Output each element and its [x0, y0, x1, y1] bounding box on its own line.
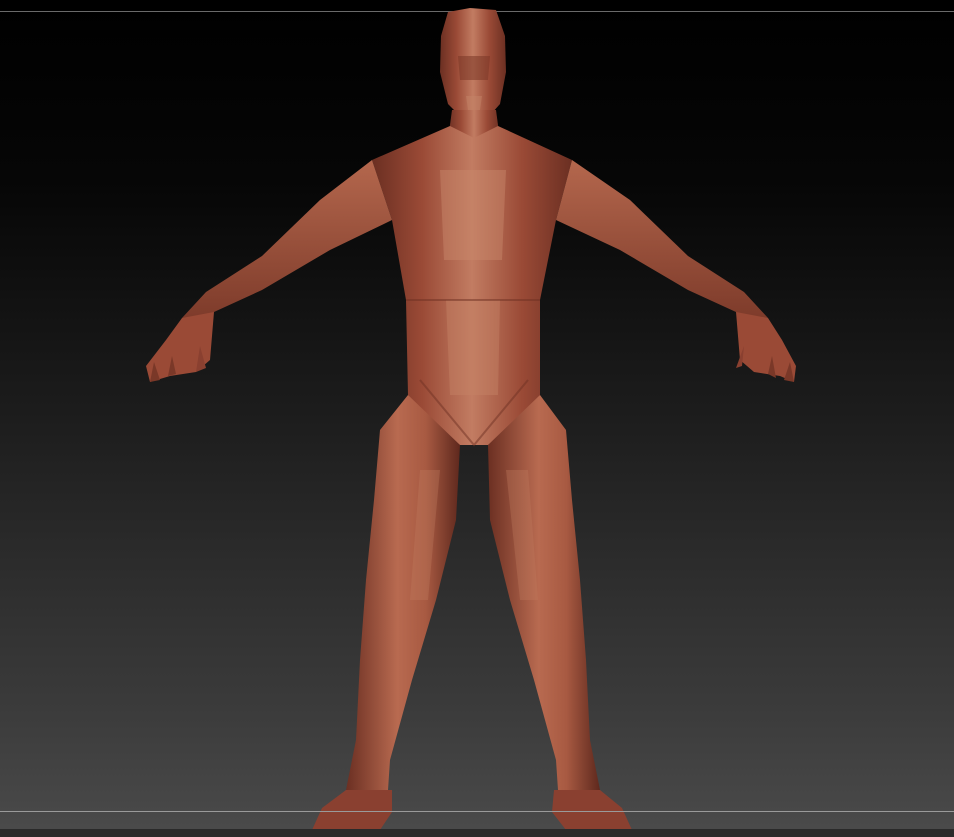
bottom-strip — [0, 829, 954, 837]
low-poly-human-model[interactable] — [0, 0, 954, 837]
head — [440, 8, 506, 122]
right-arm — [556, 160, 796, 382]
left-leg — [312, 395, 460, 830]
3d-viewport[interactable] — [0, 0, 954, 837]
right-leg — [488, 395, 632, 830]
torso — [372, 126, 572, 447]
canvas-frame-bottom — [0, 811, 954, 812]
left-arm — [146, 160, 392, 382]
